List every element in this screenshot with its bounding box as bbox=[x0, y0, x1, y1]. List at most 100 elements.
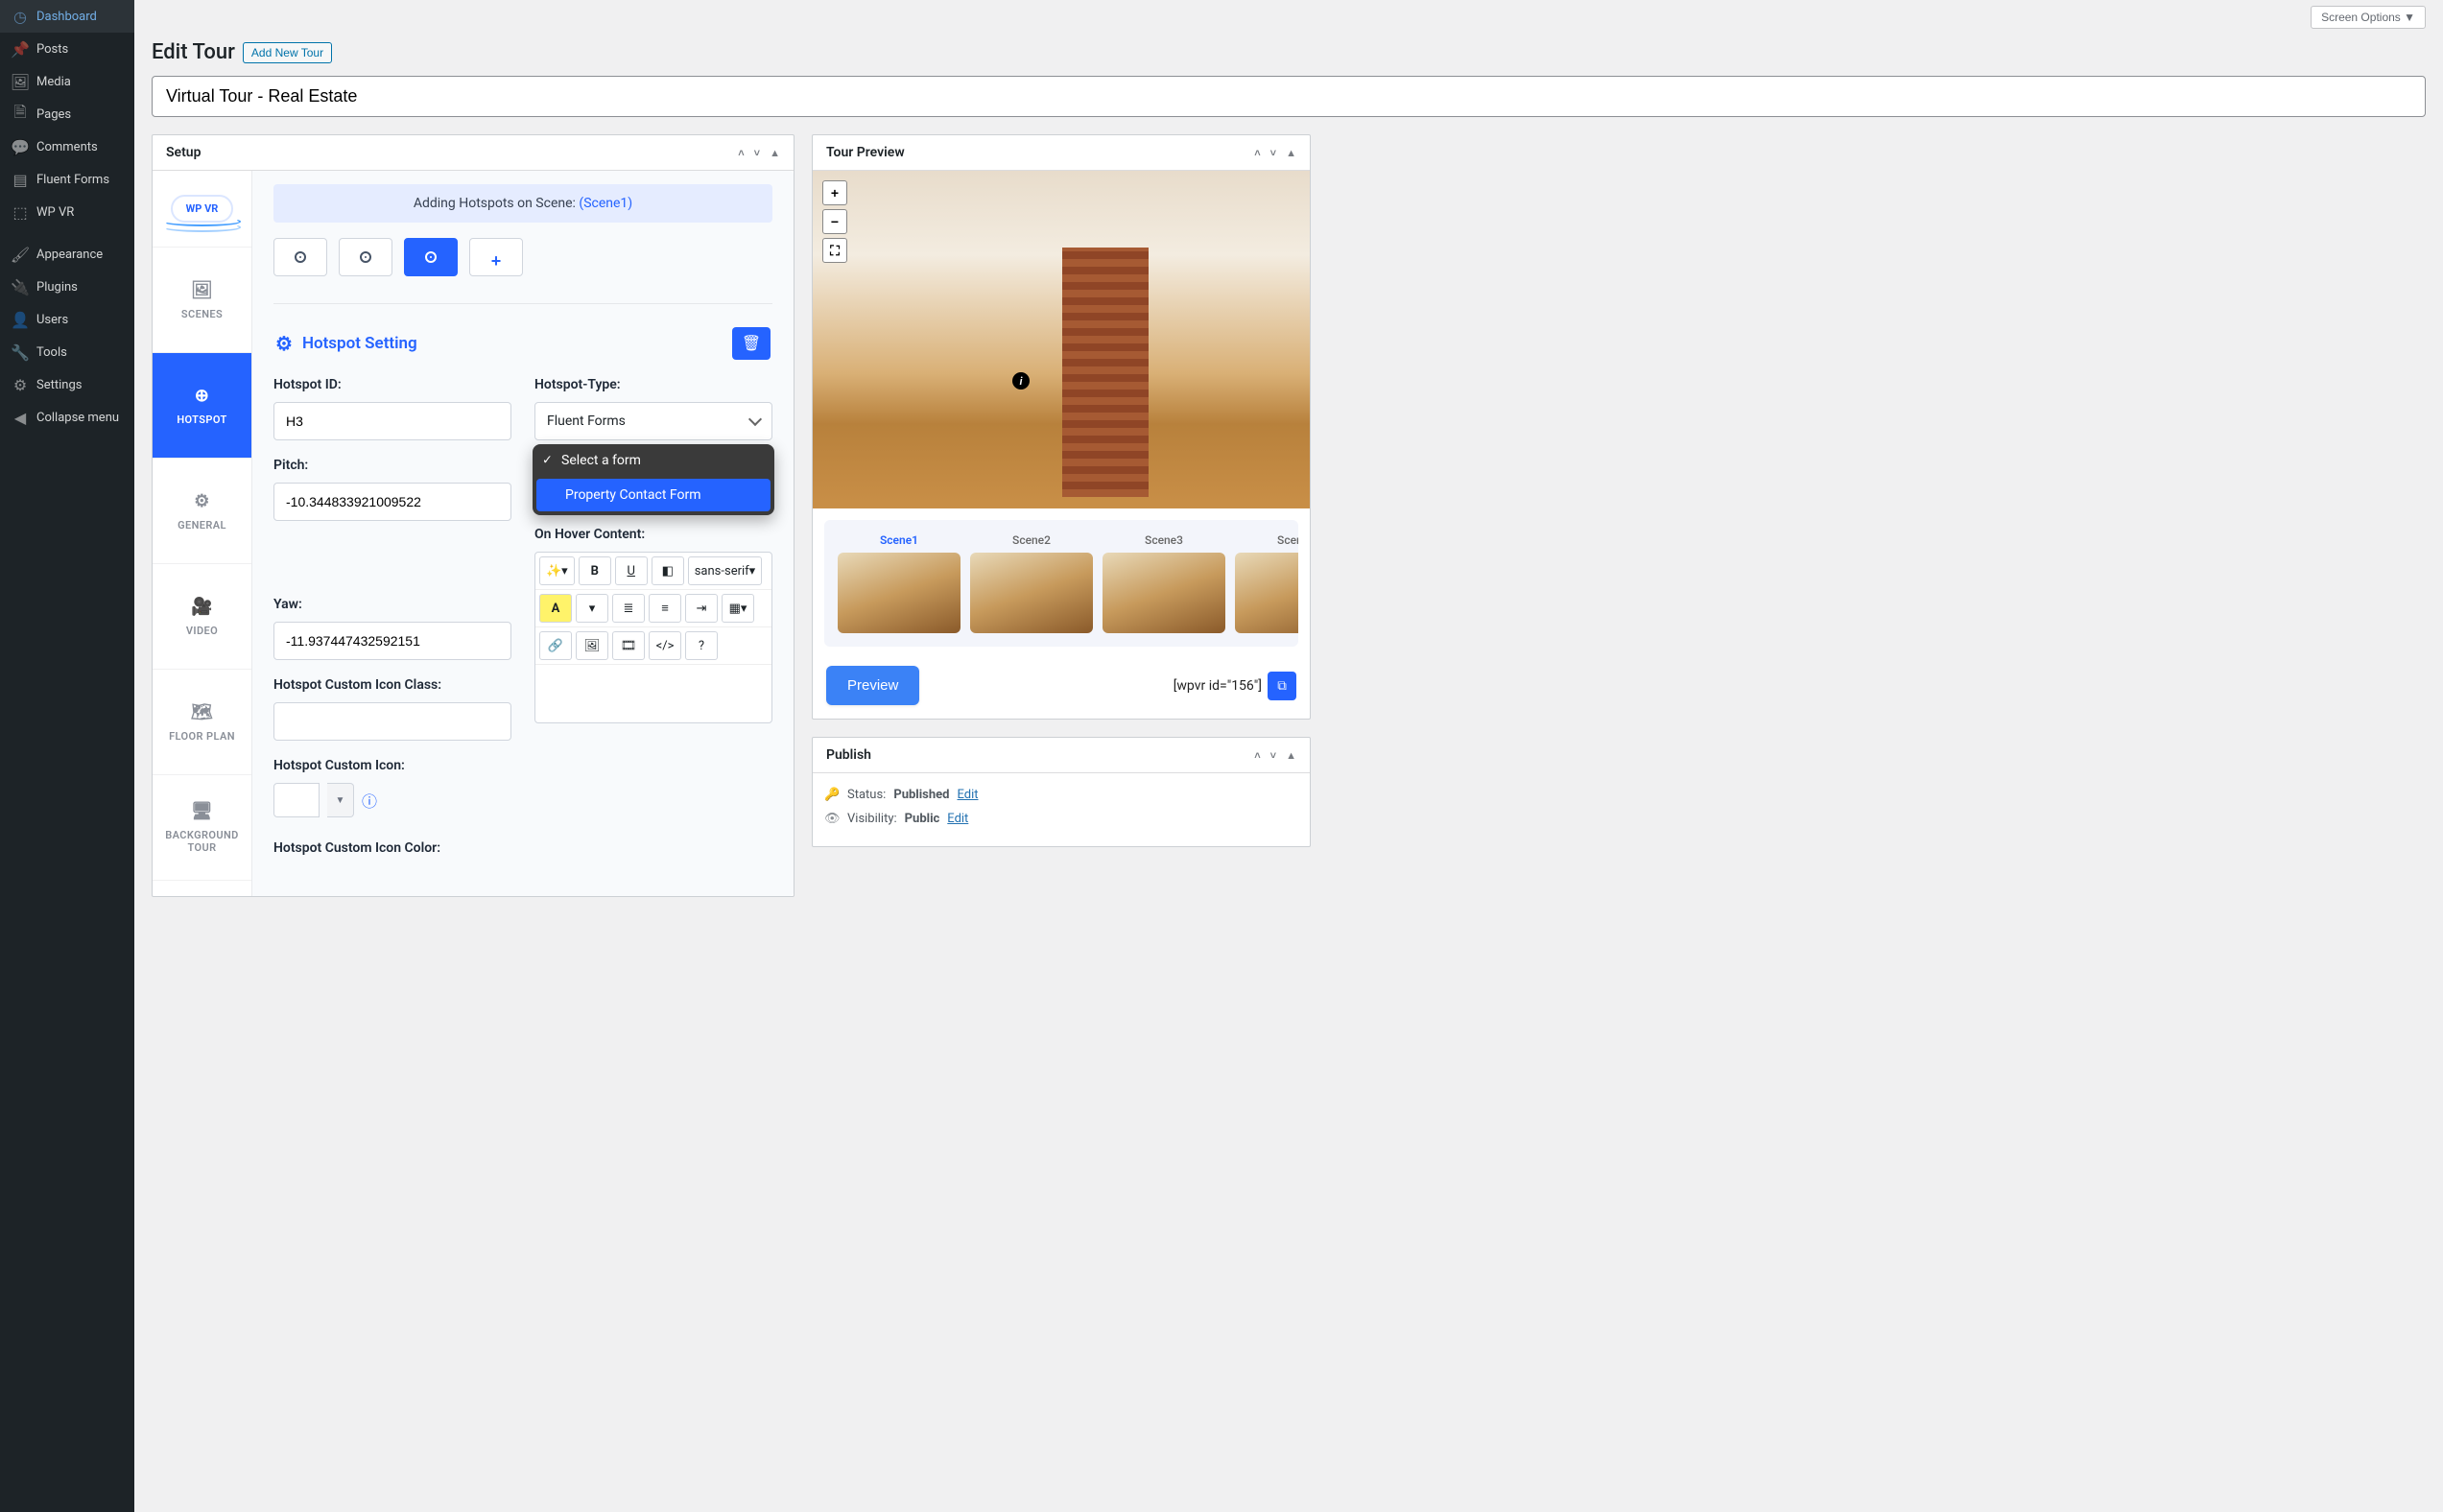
info-icon[interactable]: ⓘ bbox=[362, 789, 377, 812]
sidebar-item-posts[interactable]: 📌Posts bbox=[0, 33, 134, 65]
yaw-label: Yaw: bbox=[273, 597, 511, 612]
form-option-placeholder[interactable]: ✓Select a form bbox=[533, 444, 774, 477]
scene-thumb-3[interactable]: Scene3 bbox=[1103, 533, 1225, 633]
underline-button[interactable]: U bbox=[615, 556, 648, 585]
sidebar-item-media[interactable]: 🖼Media bbox=[0, 65, 134, 98]
sidebar-item-dashboard[interactable]: ◷Dashboard bbox=[0, 0, 134, 33]
hotspot-id-label: Hotspot ID: bbox=[273, 377, 511, 392]
panel-down-icon[interactable]: ˅ bbox=[1270, 147, 1276, 159]
visibility-label: Visibility: bbox=[847, 812, 897, 826]
sliders-icon: ⚙ bbox=[12, 376, 29, 393]
sidebar-item-users[interactable]: 👤 Users bbox=[0, 303, 134, 336]
copy-shortcode-button[interactable]: ⧉ bbox=[1268, 672, 1296, 700]
hotspot-tab-3[interactable] bbox=[404, 238, 458, 276]
hotspot-setting-title: Hotspot Setting bbox=[302, 334, 417, 353]
magic-button[interactable]: ✨▾ bbox=[539, 556, 575, 585]
devices-icon: 🖥 bbox=[191, 801, 213, 821]
vtab-hotspot[interactable]: ⊕HOTSPOT bbox=[153, 353, 251, 459]
scene-link[interactable]: (Scene1) bbox=[579, 196, 632, 211]
setup-vertical-tabs: WP VR 🖼SCENES ⊕HOTSPOT ⚙GENERAL 🎥VIDEO 🗺… bbox=[153, 171, 252, 896]
screen-options-button[interactable]: Screen Options ▼ bbox=[2311, 6, 2426, 29]
hotspot-tabs bbox=[273, 238, 772, 276]
sidebar-item-label: Pages bbox=[36, 107, 71, 122]
hotspot-marker[interactable]: i bbox=[1012, 372, 1030, 390]
icon-class-label: Hotspot Custom Icon Class: bbox=[273, 677, 511, 693]
panorama-viewport[interactable]: + − ⛶ i bbox=[813, 171, 1310, 508]
scene-thumb-1[interactable]: Scene1 bbox=[838, 533, 961, 633]
sidebar-item-label: Dashboard bbox=[36, 10, 97, 24]
hotspot-add-button[interactable] bbox=[469, 238, 523, 276]
zoom-out-button[interactable]: − bbox=[822, 209, 847, 234]
metabox-title: Publish bbox=[826, 747, 871, 763]
vtab-scenes[interactable]: 🖼SCENES bbox=[153, 248, 251, 353]
tour-title-input[interactable] bbox=[152, 76, 2426, 117]
sidebar-item-collapse[interactable]: ◀Collapse menu bbox=[0, 401, 134, 434]
sidebar-item-appearance[interactable]: 🖌Appearance bbox=[0, 238, 134, 271]
visibility-edit-link[interactable]: Edit bbox=[947, 812, 968, 826]
sidebar-item-settings[interactable]: ⚙Settings bbox=[0, 368, 134, 401]
bold-button[interactable]: B bbox=[579, 556, 611, 585]
panel-down-icon[interactable]: ˅ bbox=[754, 147, 760, 159]
sidebar-item-plugins[interactable]: 🔌Plugins bbox=[0, 271, 134, 303]
form-option-selected[interactable]: Property Contact Form bbox=[536, 479, 771, 511]
delete-hotspot-button[interactable]: 🗑 bbox=[732, 327, 771, 360]
user-icon: 👤 bbox=[12, 311, 29, 328]
sidebar-item-label: WP VR bbox=[36, 205, 74, 220]
sidebar-item-label: Users bbox=[36, 313, 68, 327]
sidebar-item-tools[interactable]: 🔧Tools bbox=[0, 336, 134, 368]
panel-toggle-icon[interactable]: ▲ bbox=[1286, 749, 1296, 762]
vtab-background[interactable]: 🖥BACKGROUND TOUR bbox=[153, 775, 251, 881]
icon-class-input[interactable] bbox=[273, 702, 511, 741]
setup-metabox: Setup ˄ ˅ ▲ WP VR 🖼SCENES ⊕HOTSPOT ⚙GENE bbox=[152, 134, 795, 897]
sidebar-item-label: Fluent Forms bbox=[36, 173, 109, 187]
visibility-value: Public bbox=[905, 812, 940, 826]
check-icon: ✓ bbox=[542, 454, 553, 468]
gear-icon: ⚙ bbox=[194, 491, 210, 511]
vtab-general[interactable]: ⚙GENERAL bbox=[153, 459, 251, 564]
panel-up-icon[interactable]: ˄ bbox=[1254, 749, 1260, 762]
target-icon: ⊕ bbox=[195, 386, 209, 406]
zoom-in-button[interactable]: + bbox=[822, 180, 847, 205]
sidebar-item-wpvr[interactable]: ⬚WP VR bbox=[0, 196, 134, 228]
vtab-video[interactable]: 🎥VIDEO bbox=[153, 564, 251, 670]
yaw-input[interactable] bbox=[273, 622, 511, 660]
panel-down-icon[interactable]: ˅ bbox=[1270, 749, 1276, 762]
hotspot-id-input[interactable] bbox=[273, 402, 511, 440]
scene-banner: Adding Hotspots on Scene: (Scene1) bbox=[273, 184, 772, 223]
preview-button[interactable]: Preview bbox=[826, 666, 919, 705]
panel-up-icon[interactable]: ˄ bbox=[738, 147, 744, 159]
wrench-icon: 🔧 bbox=[12, 343, 29, 361]
scene-thumbnails: Scene1 Scene2 Scene3 Scene4 bbox=[824, 520, 1298, 647]
sidebar-item-label: Collapse menu bbox=[36, 411, 119, 425]
scene-thumb-2[interactable]: Scene2 bbox=[970, 533, 1093, 633]
eye-icon: 👁 bbox=[824, 812, 840, 826]
status-edit-link[interactable]: Edit bbox=[957, 788, 978, 802]
sidebar-item-fluentforms[interactable]: ▤Fluent Forms bbox=[0, 163, 134, 196]
sidebar-item-label: Media bbox=[36, 75, 71, 89]
panel-up-icon[interactable]: ˄ bbox=[1254, 147, 1260, 159]
pitch-input[interactable] bbox=[273, 483, 511, 521]
pin-icon: 📌 bbox=[12, 40, 29, 58]
icon-select-toggle[interactable]: ▼ bbox=[327, 783, 354, 817]
font-select[interactable]: sans-serif ▾ bbox=[688, 556, 762, 585]
brick-wall bbox=[1062, 248, 1149, 497]
vtab-floorplan[interactable]: 🗺FLOOR PLAN bbox=[153, 670, 251, 775]
main-content: Screen Options ▼ Edit Tour Add New Tour … bbox=[134, 0, 2443, 1512]
sidebar-item-pages[interactable]: 🗎Pages bbox=[0, 98, 134, 130]
panel-toggle-icon[interactable]: ▲ bbox=[1286, 147, 1296, 159]
comment-icon: 💬 bbox=[12, 138, 29, 155]
sidebar-item-comments[interactable]: 💬 Comments bbox=[0, 130, 134, 163]
hotspot-type-select[interactable]: Fluent Forms bbox=[534, 402, 772, 440]
plug-icon: 🔌 bbox=[12, 278, 29, 295]
sidebar-item-label: Comments bbox=[36, 140, 98, 154]
panel-toggle-icon[interactable]: ▲ bbox=[770, 147, 780, 159]
hotspot-tab-1[interactable] bbox=[273, 238, 327, 276]
eraser-button[interactable]: ◧ bbox=[652, 556, 684, 585]
hotspot-tab-2[interactable] bbox=[339, 238, 392, 276]
image-icon: 🖼 bbox=[191, 280, 213, 300]
add-new-tour-button[interactable]: Add New Tour bbox=[243, 42, 332, 63]
icon-color-label: Hotspot Custom Icon Color: bbox=[273, 840, 511, 856]
key-icon: 🔑 bbox=[824, 788, 840, 802]
fullscreen-button[interactable]: ⛶ bbox=[822, 238, 847, 263]
scene-thumb-4[interactable]: Scene4 bbox=[1235, 533, 1298, 633]
